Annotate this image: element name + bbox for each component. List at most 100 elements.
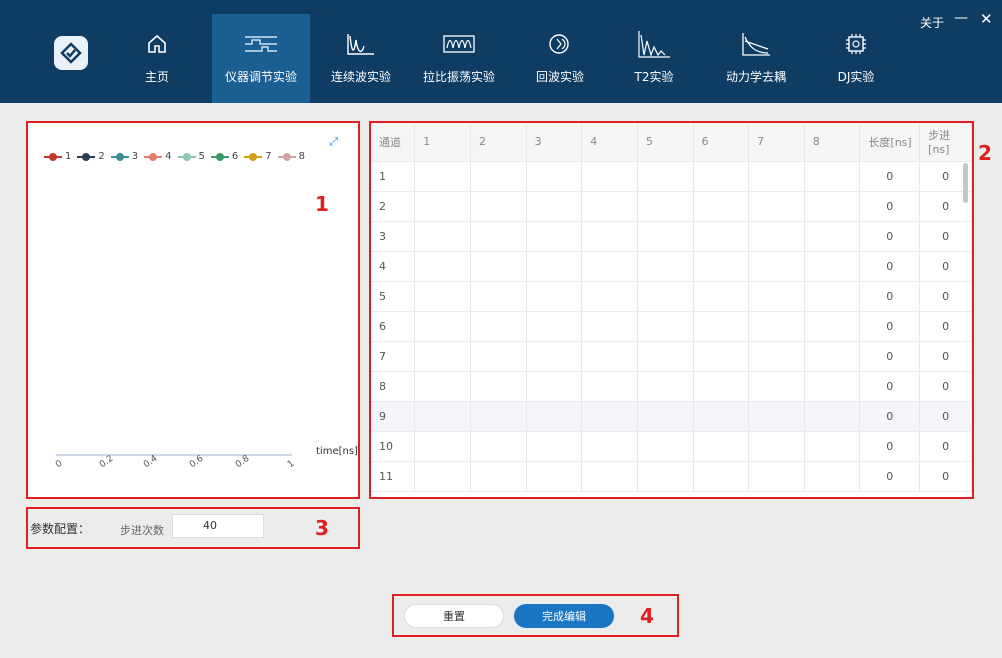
table-cell[interactable]: [581, 461, 638, 492]
table-row[interactable]: 7 00: [371, 341, 972, 372]
table-cell[interactable]: [526, 221, 583, 252]
table-row[interactable]: 10 0 0: [371, 431, 972, 462]
table-cell[interactable]: 0: [859, 461, 921, 492]
table-cell[interactable]: 0: [859, 251, 921, 282]
table-cell[interactable]: 0: [859, 311, 921, 342]
table-cell[interactable]: [470, 191, 527, 222]
table-cell[interactable]: [526, 251, 583, 282]
table-cell[interactable]: [581, 251, 638, 282]
table-row[interactable]: 100: [371, 161, 972, 192]
done-editing-button[interactable]: 完成编辑: [514, 604, 614, 628]
step-count-input[interactable]: 40: [172, 514, 264, 538]
table-cell[interactable]: [414, 371, 471, 402]
table-cell[interactable]: [581, 281, 638, 312]
table-cell[interactable]: [637, 341, 694, 372]
table-row[interactable]: 11 0 0: [371, 461, 972, 492]
table-cell[interactable]: [748, 311, 805, 342]
table-cell[interactable]: [748, 161, 805, 192]
table-cell[interactable]: [526, 431, 583, 462]
table-cell[interactable]: 6: [371, 311, 416, 342]
table-cell[interactable]: 0: [919, 341, 972, 372]
table-cell[interactable]: [414, 431, 471, 462]
table-row[interactable]: 6 00: [371, 311, 972, 342]
table-cell[interactable]: [414, 251, 471, 282]
table-cell[interactable]: 0: [919, 311, 972, 342]
table-cell[interactable]: 2: [371, 191, 416, 222]
table-cell[interactable]: 0: [919, 251, 972, 282]
table-cell[interactable]: [414, 191, 471, 222]
nav-continuous-wave[interactable]: 连续波实验: [330, 14, 392, 103]
table-cell[interactable]: 0: [919, 221, 972, 252]
table-cell[interactable]: [637, 311, 694, 342]
table-cell[interactable]: [414, 401, 471, 432]
table-cell[interactable]: [470, 281, 527, 312]
nav-dj[interactable]: DJ实验: [834, 14, 878, 103]
table-cell[interactable]: [581, 431, 638, 462]
table-cell[interactable]: [693, 371, 750, 402]
table-cell[interactable]: [470, 311, 527, 342]
table-cell[interactable]: [526, 401, 583, 432]
legend-item[interactable]: 3: [110, 151, 138, 162]
table-cell[interactable]: 0: [919, 281, 972, 312]
nav-t2[interactable]: T2实验: [630, 14, 678, 103]
table-cell[interactable]: 0: [859, 371, 921, 402]
table-cell[interactable]: [637, 461, 694, 492]
table-cell[interactable]: 4: [371, 251, 416, 282]
legend-item[interactable]: 8: [277, 151, 305, 162]
table-cell[interactable]: 11: [371, 461, 416, 492]
table-cell[interactable]: 0: [919, 461, 972, 492]
table-cell[interactable]: [637, 281, 694, 312]
table-cell[interactable]: 5: [371, 281, 416, 312]
reset-button[interactable]: 重置: [404, 604, 504, 628]
table-cell[interactable]: [637, 191, 694, 222]
close-button[interactable]: ✕: [980, 10, 993, 28]
table-cell[interactable]: 1: [371, 161, 416, 192]
table-cell[interactable]: [581, 191, 638, 222]
table-cell[interactable]: [693, 311, 750, 342]
table-cell[interactable]: [526, 191, 583, 222]
table-cell[interactable]: [693, 161, 750, 192]
table-cell[interactable]: [748, 371, 805, 402]
table-cell[interactable]: 0: [919, 431, 972, 462]
table-cell[interactable]: [748, 341, 805, 372]
table-cell[interactable]: [693, 461, 750, 492]
table-row[interactable]: 5 00: [371, 281, 972, 312]
table-cell[interactable]: [693, 401, 750, 432]
table-cell[interactable]: 10: [371, 431, 416, 462]
table-cell[interactable]: [804, 281, 861, 312]
table-cell[interactable]: [748, 221, 805, 252]
table-cell[interactable]: [804, 461, 861, 492]
table-cell[interactable]: [526, 161, 583, 192]
table-cell[interactable]: [748, 401, 805, 432]
table-row[interactable]: 200: [371, 191, 972, 222]
table-cell[interactable]: [470, 371, 527, 402]
table-cell[interactable]: [804, 221, 861, 252]
table-cell[interactable]: [748, 431, 805, 462]
legend-item[interactable]: 7: [244, 151, 272, 162]
table-cell[interactable]: [637, 251, 694, 282]
table-cell[interactable]: [526, 371, 583, 402]
table-row[interactable]: 9 00: [371, 401, 972, 432]
legend-item[interactable]: 5: [177, 151, 205, 162]
table-cell[interactable]: 0: [859, 401, 921, 432]
table-cell[interactable]: [748, 191, 805, 222]
table-cell[interactable]: [637, 371, 694, 402]
expand-icon[interactable]: ⤢: [329, 135, 338, 149]
table-cell[interactable]: 0: [859, 281, 921, 312]
table-cell[interactable]: [470, 431, 527, 462]
table-cell[interactable]: 3: [371, 221, 416, 252]
nav-home[interactable]: 主页: [133, 14, 181, 103]
table-cell[interactable]: [581, 311, 638, 342]
table-cell[interactable]: 9: [371, 401, 416, 432]
table-cell[interactable]: [748, 281, 805, 312]
table-cell[interactable]: [804, 401, 861, 432]
table-cell[interactable]: [470, 461, 527, 492]
table-scrollbar[interactable]: [963, 163, 968, 203]
table-cell[interactable]: [804, 191, 861, 222]
table-row[interactable]: 4 00: [371, 251, 972, 282]
table-cell[interactable]: [748, 251, 805, 282]
table-cell[interactable]: [637, 221, 694, 252]
table-cell[interactable]: [414, 281, 471, 312]
table-cell[interactable]: [526, 461, 583, 492]
nav-instrument-tuning[interactable]: 仪器调节实验: [212, 14, 310, 103]
